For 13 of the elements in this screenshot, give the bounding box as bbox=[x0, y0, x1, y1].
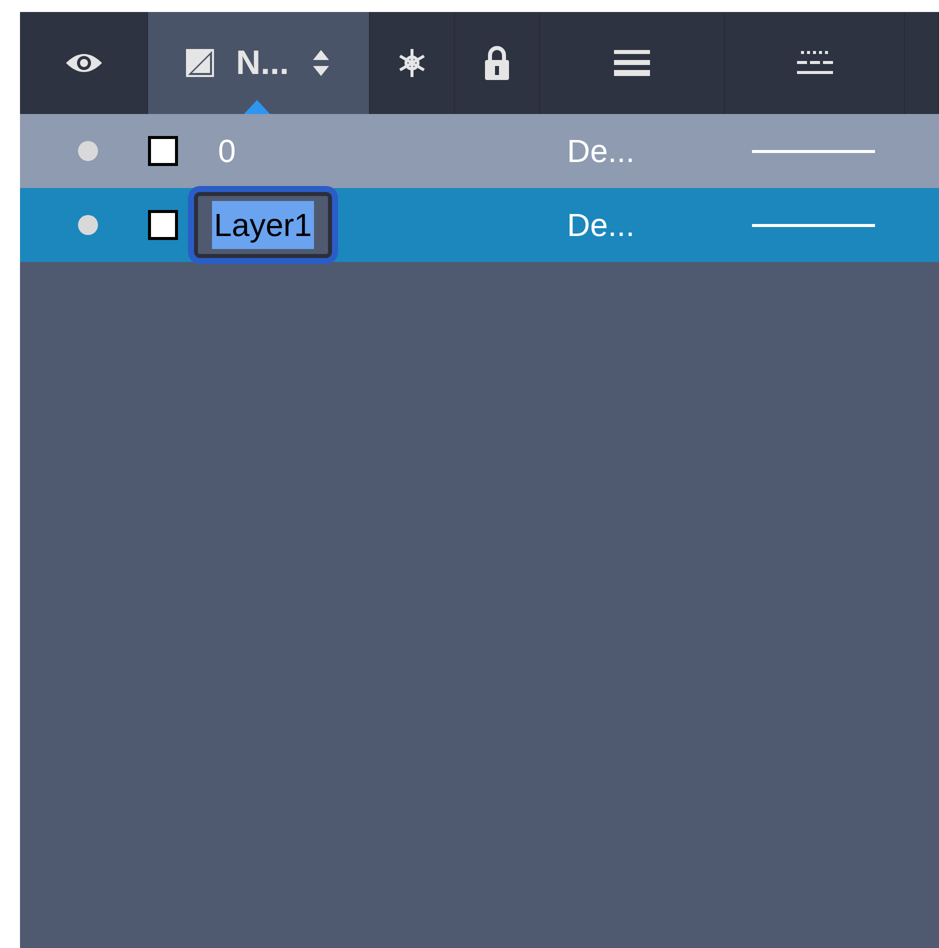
lock-icon bbox=[483, 45, 511, 81]
color-swatch[interactable] bbox=[148, 210, 178, 240]
color-swatch-icon bbox=[186, 49, 214, 77]
sort-arrows-icon bbox=[310, 48, 331, 78]
eye-icon bbox=[64, 51, 104, 75]
lineweight-value: De... bbox=[567, 133, 635, 169]
lineweight-value: De... bbox=[567, 207, 635, 243]
layer-name: 0 bbox=[218, 132, 236, 171]
dashed-lines-icon bbox=[796, 51, 832, 75]
lines-icon bbox=[614, 50, 650, 76]
layer-row[interactable]: Layer1 De... bbox=[20, 188, 939, 262]
name-column-header[interactable]: N... bbox=[148, 12, 370, 114]
color-swatch[interactable] bbox=[148, 136, 178, 166]
